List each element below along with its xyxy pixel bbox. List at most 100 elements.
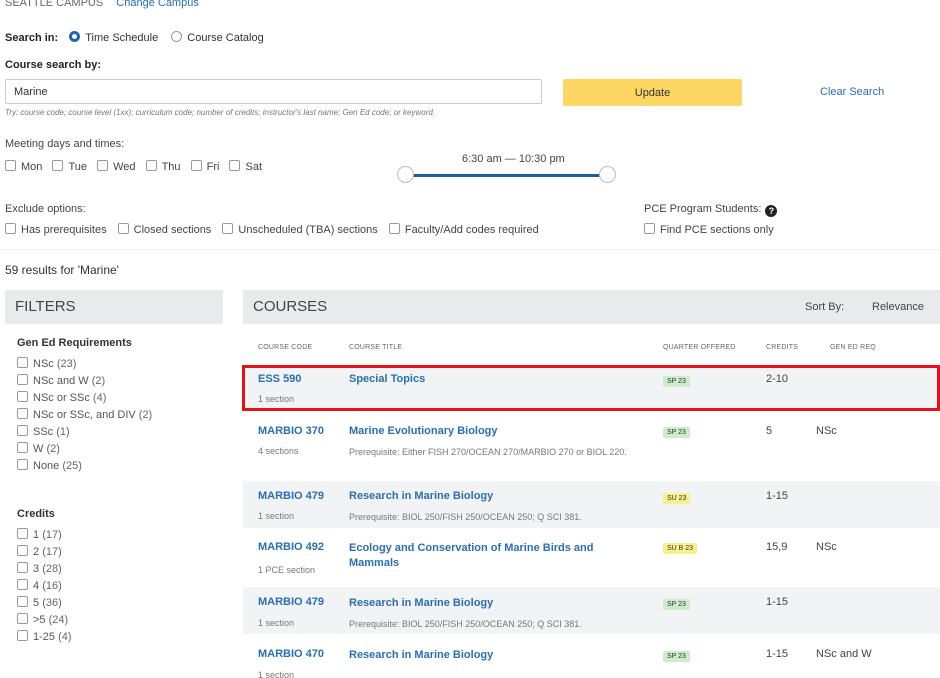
gen-ed-filter-list: NSc (23) NSc and W (2) NSc or SSc (4) NS…	[17, 356, 152, 475]
checkbox-icon[interactable]	[644, 223, 655, 234]
course-code-link[interactable]: MARBIO 370	[258, 425, 324, 437]
credits-value: 1-15	[766, 596, 789, 608]
exclude-prerequisites[interactable]: Has prerequisites	[5, 223, 107, 236]
results-count: 59 results for 'Marine'	[5, 263, 119, 277]
checkbox-icon[interactable]	[17, 545, 28, 556]
day-tue[interactable]: Tue	[52, 160, 87, 173]
course-search-label: Course search by:	[5, 59, 101, 71]
day-fri[interactable]: Fri	[190, 160, 219, 173]
quarter-badge: SP 23	[663, 427, 690, 438]
gen-ed-value: NSc and W	[816, 648, 872, 660]
course-title-link[interactable]: Research in Marine Biology	[349, 489, 609, 504]
checkbox-icon[interactable]	[17, 528, 28, 539]
section-count: 1 section	[258, 670, 295, 678]
table-row[interactable]: MARBIO 479 1 section Research in Marine …	[243, 587, 940, 634]
pce-option[interactable]: Find PCE sections only	[644, 223, 774, 236]
checkbox-icon[interactable]	[388, 223, 400, 234]
course-title-link[interactable]: Research in Marine Biology	[349, 648, 609, 663]
checkbox-icon[interactable]	[17, 579, 28, 590]
exclude-add-codes[interactable]: Faculty/Add codes required	[388, 223, 539, 236]
credits-value: 15,9	[766, 541, 788, 553]
checkbox-icon[interactable]	[5, 160, 16, 171]
time-slider-end-handle[interactable]	[599, 166, 616, 183]
clear-search-link[interactable]: Clear Search	[820, 86, 884, 98]
checkbox-icon[interactable]	[190, 160, 202, 171]
checkbox-icon[interactable]	[17, 562, 28, 573]
course-title-link[interactable]: Marine Evolutionary Biology	[349, 424, 609, 439]
checkbox-icon[interactable]	[117, 223, 129, 234]
course-code-link[interactable]: MARBIO 470	[258, 648, 324, 660]
day-mon[interactable]: Mon	[5, 160, 42, 173]
checkbox-icon[interactable]	[17, 408, 28, 419]
table-row[interactable]: MARBIO 370 4 sections Marine Evolutionar…	[243, 417, 940, 477]
section-count: 1 PCE section	[258, 565, 316, 575]
col-gen-ed: GEN ED REQ	[830, 344, 876, 351]
section-count: 1 section	[258, 618, 295, 628]
checkbox-icon[interactable]	[17, 391, 28, 402]
checkbox-icon[interactable]	[5, 223, 16, 234]
gen-ed-value: NSc	[816, 541, 837, 553]
change-campus-link[interactable]: Change Campus	[116, 0, 199, 9]
day-thu[interactable]: Thu	[145, 160, 181, 173]
checkbox-icon[interactable]	[97, 160, 109, 171]
update-button[interactable]: Update	[563, 79, 742, 106]
col-credits: CREDITS	[766, 344, 799, 351]
filter-item[interactable]: 1-25 (4)	[17, 629, 72, 646]
exclude-closed[interactable]: Closed sections	[117, 223, 211, 236]
filter-item[interactable]: NSc or SSc, and DIV (2)	[17, 407, 152, 424]
col-course-code: COURSE CODE	[258, 344, 313, 351]
credits-value: 1-15	[766, 648, 789, 660]
filter-item[interactable]: 1 (17)	[17, 527, 72, 544]
filter-item[interactable]: SSc (1)	[17, 424, 152, 441]
checkbox-icon[interactable]	[17, 425, 28, 436]
filter-item[interactable]: NSc or SSc (4)	[17, 390, 152, 407]
table-row[interactable]: MARBIO 479 1 section Research in Marine …	[243, 481, 940, 528]
sort-select[interactable]: Relevance	[872, 301, 924, 313]
checkbox-icon[interactable]	[17, 630, 28, 641]
col-course-title: COURSE TITLE	[349, 344, 403, 351]
filter-item[interactable]: 5 (36)	[17, 595, 72, 612]
filter-item[interactable]: 2 (17)	[17, 544, 72, 561]
filter-item[interactable]: None (25)	[17, 458, 152, 475]
day-sat[interactable]: Sat	[229, 160, 262, 173]
checkbox-icon[interactable]	[17, 459, 28, 470]
course-search-input[interactable]	[5, 79, 542, 104]
time-slider-start-handle[interactable]	[397, 166, 414, 183]
checkbox-icon[interactable]	[17, 374, 28, 385]
checkbox-icon[interactable]	[17, 596, 28, 607]
checkbox-icon[interactable]	[17, 442, 28, 453]
time-slider-track[interactable]	[404, 174, 608, 177]
table-row[interactable]: MARBIO 470 1 section Research in Marine …	[243, 638, 940, 678]
course-title-link[interactable]: Research in Marine Biology	[349, 596, 609, 611]
radio-time-schedule[interactable]: Time Schedule	[69, 31, 158, 44]
radio-selected-icon[interactable]	[69, 31, 81, 42]
courses-header: COURSES Sort By: Relevance	[243, 290, 940, 324]
sort-label: Sort By:	[805, 301, 845, 313]
exclude-unscheduled[interactable]: Unscheduled (TBA) sections	[222, 223, 378, 236]
course-title-link[interactable]: Ecology and Conservation of Marine Birds…	[349, 541, 609, 571]
filter-item[interactable]: NSc and W (2)	[17, 373, 152, 390]
radio-course-catalog[interactable]: Course Catalog	[171, 31, 264, 44]
checkbox-icon[interactable]	[229, 160, 241, 171]
checkbox-icon[interactable]	[52, 160, 64, 171]
checkbox-icon[interactable]	[17, 357, 28, 368]
filter-item[interactable]: 3 (28)	[17, 561, 72, 578]
radio-icon[interactable]	[171, 31, 183, 42]
pce-label: PCE Program Students:?	[644, 203, 778, 217]
checkbox-icon[interactable]	[222, 223, 234, 234]
exclude-options: Has prerequisites Closed sections Unsche…	[5, 223, 547, 236]
filter-item[interactable]: NSc (23)	[17, 356, 152, 373]
credits-filter-title: Credits	[17, 508, 55, 520]
table-row[interactable]: MARBIO 492 1 PCE section Ecology and Con…	[243, 532, 940, 584]
checkbox-icon[interactable]	[17, 613, 28, 624]
course-code-link[interactable]: MARBIO 492	[258, 541, 324, 553]
help-icon[interactable]: ?	[765, 205, 778, 217]
filter-item[interactable]: 4 (16)	[17, 578, 72, 595]
filter-item[interactable]: W (2)	[17, 441, 152, 458]
course-code-link[interactable]: MARBIO 479	[258, 596, 324, 608]
course-code-link[interactable]: MARBIO 479	[258, 490, 324, 502]
filter-item[interactable]: >5 (24)	[17, 612, 72, 629]
credits-filter-list: 1 (17) 2 (17) 3 (28) 4 (16) 5 (36) >5 (2…	[17, 527, 72, 646]
checkbox-icon[interactable]	[145, 160, 157, 171]
day-wed[interactable]: Wed	[97, 160, 136, 173]
